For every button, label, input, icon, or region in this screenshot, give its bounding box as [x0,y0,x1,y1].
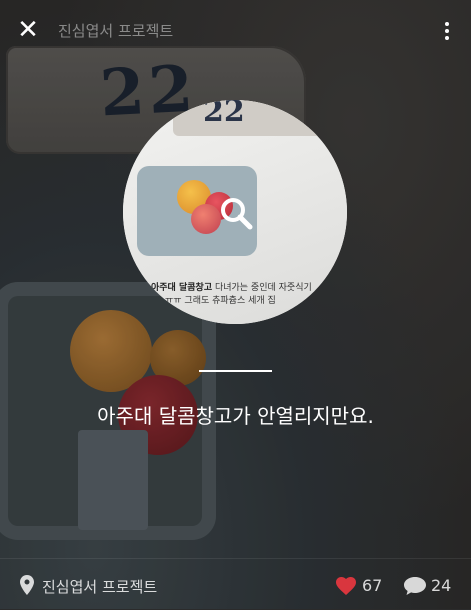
preview-postcard-text: 아주대 달콤창고 다녀가는 중인데 자줏식기 요. ㅠㅠ 그래도 츄파츕스 세개… [151,282,347,308]
more-vertical-icon[interactable] [437,18,457,44]
preview-lollipop [191,204,221,234]
close-icon[interactable]: ✕ [14,16,42,44]
preview-text-line-2: 요. ㅠㅠ 그래도 츄파츕스 세개 집 [151,296,276,306]
location-link[interactable]: 진심엽서 프로젝트 [42,576,157,597]
image-preview[interactable]: 22 아주대 달콤창고 다녀가는 중인데 자줏식기 요. ㅠㅠ 그래도 츄파츕스… [123,100,347,324]
preview-door-number: 22 [203,100,245,129]
search-icon[interactable] [219,196,253,230]
top-bar: ✕ 진심엽서 프로젝트 [0,0,471,60]
like-count: 67 [362,576,383,595]
comment-count: 24 [431,576,452,595]
caption-divider [199,370,272,372]
preview-text-line-1: 다녀가는 중인데 자줏식기 [212,283,312,293]
heart-icon[interactable] [336,577,356,595]
preview-plate [173,100,323,136]
photo-caption: 아주대 달콤창고가 안열리지만요. [97,404,374,428]
bottom-bar: 진심엽서 프로젝트 67 24 [0,558,471,610]
comment-icon[interactable] [404,577,426,595]
preview-text-bold: 아주대 달콤창고 [151,283,213,293]
location-pin-icon [20,575,34,595]
page-title: 진심엽서 프로젝트 [58,22,174,40]
